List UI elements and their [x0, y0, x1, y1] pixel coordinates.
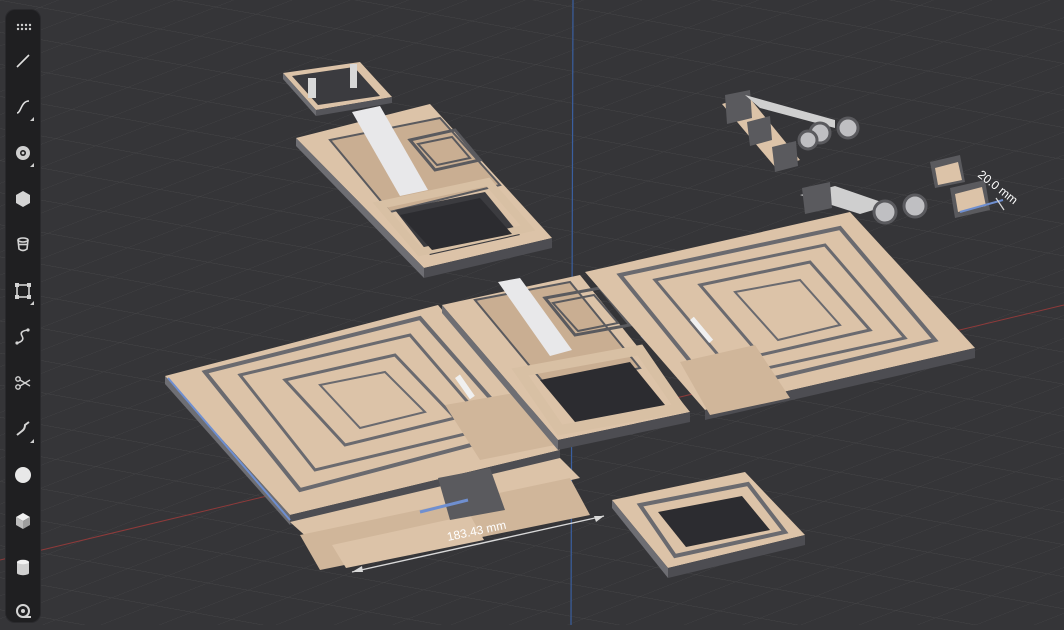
scissors-icon [13, 373, 33, 398]
cube-icon [13, 511, 33, 536]
split-tool-button[interactable] [6, 368, 40, 402]
cylinder-icon [13, 557, 33, 582]
circle-tool-button[interactable] [6, 138, 40, 172]
tape-measure-icon [13, 601, 33, 626]
path-icon [13, 327, 33, 352]
grid-dots-icon [13, 17, 33, 42]
sweep-tool-button[interactable] [6, 414, 40, 448]
line-icon [13, 51, 33, 76]
cube-tool-button[interactable] [6, 506, 40, 540]
cylinder-tool-button[interactable] [6, 552, 40, 586]
submenu-indicator [30, 163, 34, 167]
sphere-tool-button[interactable] [6, 460, 40, 494]
3d-viewport[interactable]: 183.43 mm 20.0 mm [0, 0, 1064, 625]
transform-tool-button[interactable] [6, 276, 40, 310]
hexagon-icon [13, 189, 33, 214]
left-toolbar [6, 10, 40, 622]
line-tool-button[interactable] [6, 46, 40, 80]
sphere-icon [13, 465, 33, 490]
menu-button[interactable] [6, 12, 40, 46]
loft-tool-button[interactable] [6, 230, 40, 264]
stack-icon [13, 235, 33, 260]
submenu-indicator [30, 117, 34, 121]
polygon-tool-button[interactable] [6, 184, 40, 218]
submenu-indicator [30, 439, 34, 443]
path-tool-button[interactable] [6, 322, 40, 356]
submenu-indicator [30, 301, 34, 305]
curve-tool-button[interactable] [6, 92, 40, 126]
